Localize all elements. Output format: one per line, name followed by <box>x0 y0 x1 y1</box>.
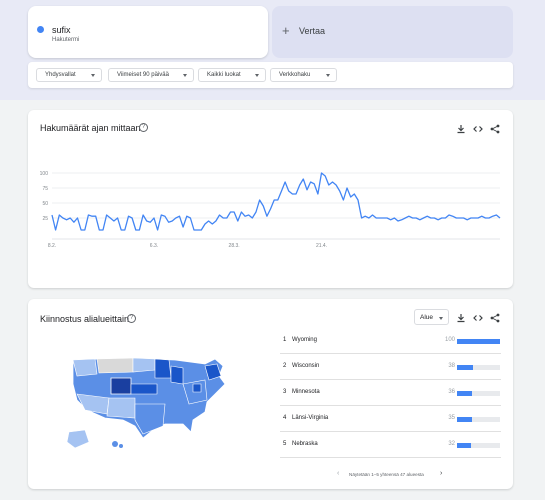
filter-location-label: Yhdysvallat <box>45 72 76 78</box>
series-line-sufix[interactable] <box>51 172 501 231</box>
x-tick-label: 21.4. <box>316 243 327 249</box>
us-map-region-north-dakota <box>132 357 156 373</box>
us-map-region-alaska <box>66 429 90 449</box>
card-title: Kiinnostus alialueittain <box>40 314 130 324</box>
us-map-region-nebraska <box>130 383 158 395</box>
us-map-region-northwest <box>72 358 98 377</box>
filter-time-range[interactable]: Viimeiset 90 päivää <box>108 68 194 82</box>
region-bar-fill <box>457 339 500 344</box>
region-level-label: Alue <box>420 314 434 321</box>
us-map-region-wyoming <box>110 377 132 395</box>
caret-down-icon <box>183 74 187 77</box>
share-icon[interactable] <box>489 312 501 324</box>
region-bar-fill <box>457 365 474 370</box>
term-subtitle: Hakutermi <box>52 37 80 43</box>
region-value: 38 <box>448 363 455 369</box>
y-tick-label: 100 <box>40 171 49 177</box>
region-rank: 1 <box>283 337 287 343</box>
next-page-icon[interactable]: › <box>440 470 442 477</box>
us-map-region-wisconsin <box>170 365 184 385</box>
region-name: Minnesota <box>292 389 320 395</box>
caret-down-icon <box>255 74 259 77</box>
term-name: sufix <box>52 25 71 35</box>
region-rank: 5 <box>283 441 287 447</box>
x-tick-label: 28.3. <box>229 243 240 249</box>
region-name: Nebraska <box>292 441 318 447</box>
region-bar-fill <box>457 417 473 422</box>
region-bar-fill <box>457 443 471 448</box>
region-bar-track <box>457 417 500 422</box>
region-name: Länsi-Virginia <box>292 415 329 421</box>
pagination: ‹ Näytetään 1–5 yhteensä 47 alueesta › <box>337 470 447 480</box>
region-value: 35 <box>448 415 455 421</box>
region-bar-track <box>457 365 500 370</box>
us-map-region-hawaii <box>119 444 123 448</box>
region-rank: 3 <box>283 389 287 395</box>
y-tick-label: 25 <box>42 216 48 222</box>
region-rank: 2 <box>283 363 287 369</box>
region-level-dropdown[interactable]: Alue <box>414 309 449 325</box>
plus-icon: + <box>282 23 290 38</box>
region-value: 36 <box>448 389 455 395</box>
search-term-card[interactable]: sufix Hakutermi <box>28 6 268 58</box>
compare-label: Vertaa <box>299 26 326 36</box>
us-map[interactable] <box>65 354 235 454</box>
region-row[interactable]: 1 Wyoming 100 <box>280 328 501 354</box>
region-bar-track <box>457 391 500 396</box>
us-map-region-montana <box>96 357 134 374</box>
region-bar-track <box>457 443 500 448</box>
embed-icon[interactable] <box>472 123 484 135</box>
filter-location[interactable]: Yhdysvallat <box>36 68 102 82</box>
region-name: Wisconsin <box>292 363 320 369</box>
download-icon[interactable] <box>455 312 467 324</box>
filter-bar: Yhdysvallat Viimeiset 90 päivää Kaikki l… <box>28 62 513 88</box>
us-map-region-southwest <box>106 397 136 419</box>
caret-down-icon <box>439 317 443 320</box>
us-map-region-minnesota <box>154 358 172 379</box>
y-tick-label: 75 <box>42 186 48 192</box>
help-icon[interactable]: ? <box>127 314 136 323</box>
filter-time-label: Viimeiset 90 päivää <box>117 72 169 78</box>
caret-down-icon <box>326 74 330 77</box>
region-row[interactable]: 5 Nebraska 32 <box>280 432 501 458</box>
region-bar-track <box>457 339 500 344</box>
caret-down-icon <box>91 74 95 77</box>
us-map-region-west-virginia <box>192 383 202 393</box>
region-row[interactable]: 4 Länsi-Virginia 35 <box>280 406 501 432</box>
filter-search-type[interactable]: Verkkohaku <box>270 68 337 82</box>
prev-page-icon[interactable]: ‹ <box>337 470 339 477</box>
interest-line-chart: 100 75 50 25 8.2. 6.3. 28.3. 21.4. <box>40 171 501 249</box>
compare-button[interactable]: + Vertaa <box>272 6 513 58</box>
region-bar-fill <box>457 391 473 396</box>
download-icon[interactable] <box>455 123 467 135</box>
us-map-region-hawaii <box>112 441 118 447</box>
help-icon[interactable]: ? <box>139 123 148 132</box>
filter-category[interactable]: Kaikki luokat <box>198 68 266 82</box>
filter-search-type-label: Verkkohaku <box>279 72 311 78</box>
region-value: 100 <box>444 337 455 343</box>
share-icon[interactable] <box>489 123 501 135</box>
region-row[interactable]: 2 Wisconsin 38 <box>280 354 501 380</box>
pager-text: Näytetään 1–5 yhteensä 47 alueesta <box>349 472 424 477</box>
x-tick-label: 8.2. <box>48 243 56 249</box>
x-tick-label: 6.3. <box>150 243 158 249</box>
card-title: Hakumäärät ajan mittaan <box>40 123 141 133</box>
region-rank: 4 <box>283 415 287 421</box>
term-color-dot <box>37 26 44 33</box>
embed-icon[interactable] <box>472 312 484 324</box>
region-name: Wyoming <box>292 337 317 343</box>
region-row[interactable]: 3 Minnesota 36 <box>280 380 501 406</box>
region-value: 32 <box>448 441 455 447</box>
filter-category-label: Kaikki luokat <box>207 72 241 78</box>
interest-over-time-card: Hakumäärät ajan mittaan ? 100 75 50 25 8.2. 6… <box>28 110 513 288</box>
y-tick-label: 50 <box>42 201 48 207</box>
